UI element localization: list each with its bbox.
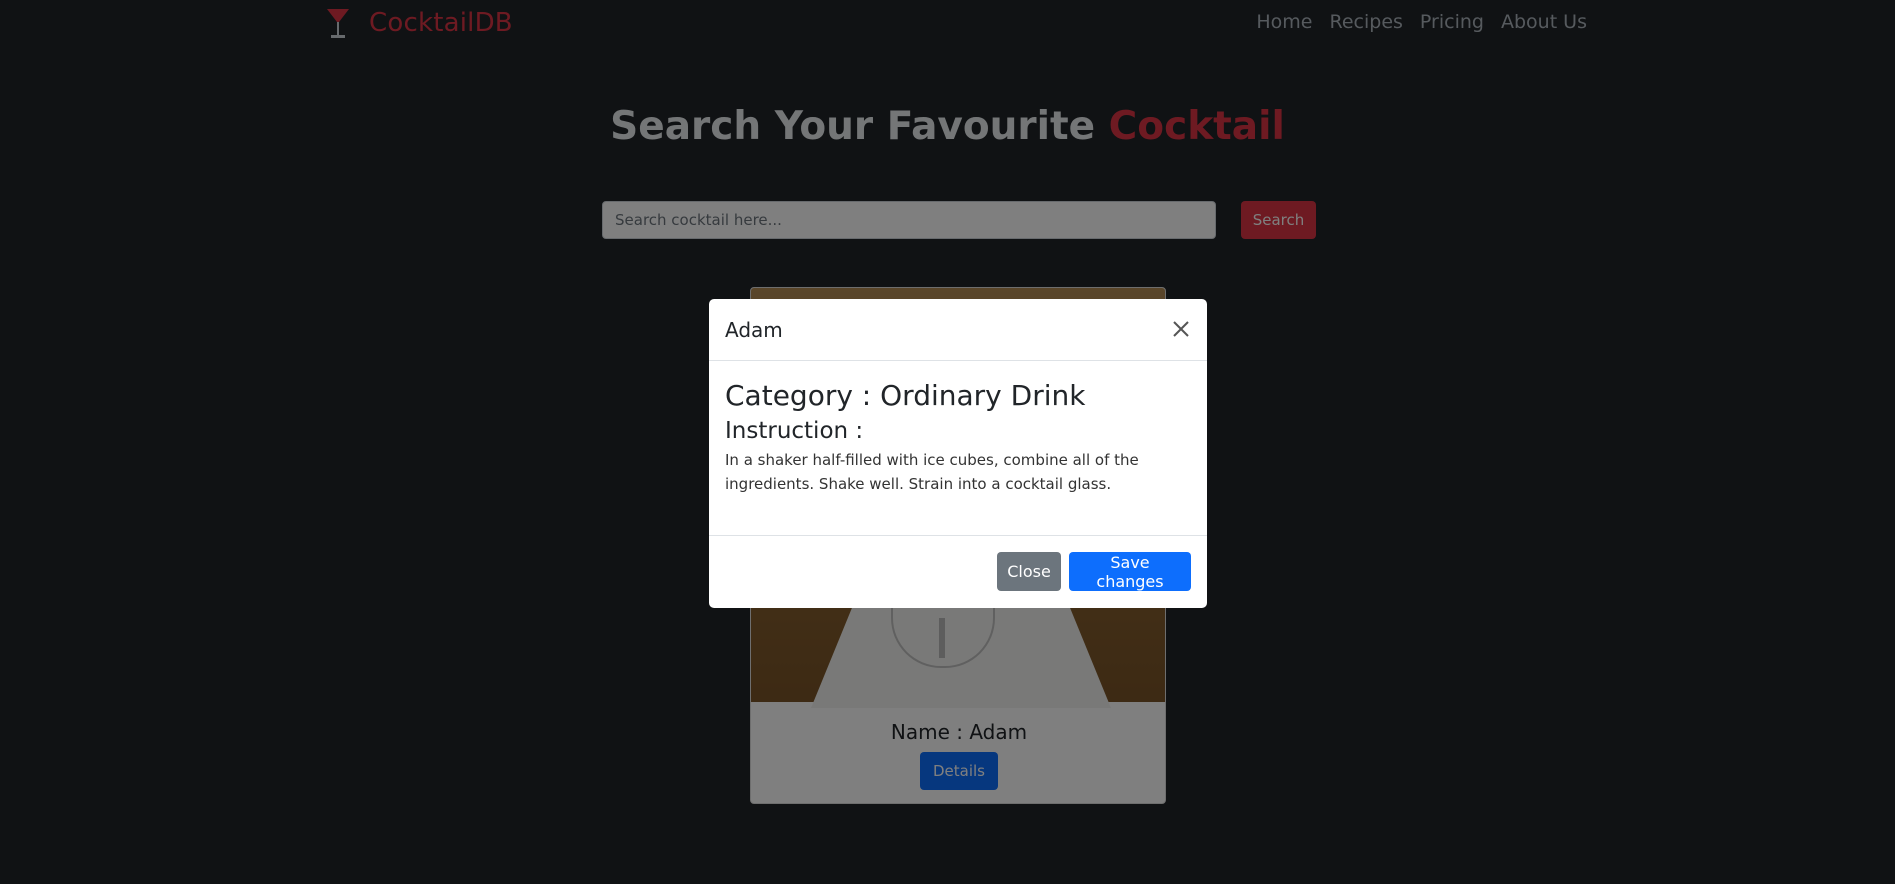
close-icon[interactable] xyxy=(1169,317,1193,341)
modal-title: Adam xyxy=(725,318,783,342)
details-modal: Adam Category : Ordinary Drink Instructi… xyxy=(709,299,1207,608)
category-heading: Category : Ordinary Drink xyxy=(725,379,1086,412)
save-changes-button[interactable]: Save changes xyxy=(1069,552,1191,591)
instruction-text: In a shaker half-filled with ice cubes, … xyxy=(725,451,1139,493)
modal-header: Adam xyxy=(709,299,1207,361)
modal-footer: Close Save changes xyxy=(709,536,1207,608)
close-button[interactable]: Close xyxy=(997,552,1061,591)
modal-body: Category : Ordinary Drink Instruction : … xyxy=(709,361,1207,536)
instruction-heading: Instruction : xyxy=(725,418,864,444)
